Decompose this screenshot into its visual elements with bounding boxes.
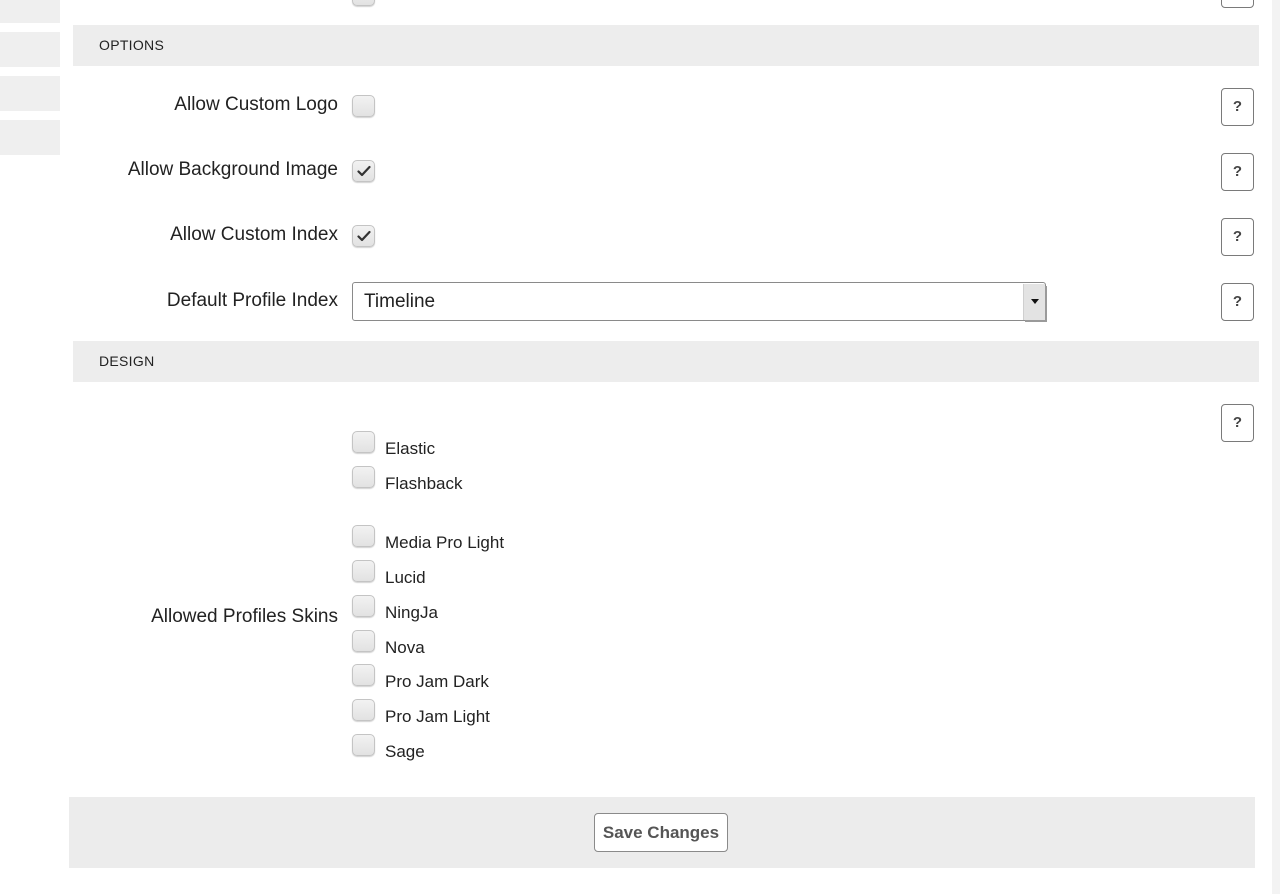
skin-label: Sage bbox=[385, 742, 425, 761]
skin-checkbox[interactable] bbox=[352, 734, 375, 756]
help-button[interactable]: ? bbox=[1221, 153, 1254, 191]
save-changes-button[interactable]: Save Changes bbox=[594, 813, 728, 852]
check-icon bbox=[357, 230, 371, 242]
partial-checkbox[interactable] bbox=[352, 0, 375, 6]
skin-checkbox[interactable] bbox=[352, 525, 375, 547]
skin-option[interactable]: NingJa bbox=[352, 595, 438, 625]
default-profile-index-select[interactable]: Timeline bbox=[352, 282, 1046, 321]
select-value: Timeline bbox=[364, 291, 436, 312]
sidebar-item[interactable] bbox=[0, 32, 60, 67]
skin-option[interactable]: Sage bbox=[352, 734, 425, 764]
section-header-options: OPTIONS bbox=[73, 25, 1259, 66]
skin-checkbox[interactable] bbox=[352, 699, 375, 721]
skin-checkbox[interactable] bbox=[352, 466, 375, 488]
scrollbar[interactable] bbox=[1272, 0, 1280, 894]
default-profile-index-label: Default Profile Index bbox=[166, 290, 338, 311]
skin-label: Flashback bbox=[385, 474, 463, 493]
sidebar-item[interactable] bbox=[0, 76, 60, 111]
help-button[interactable]: ? bbox=[1221, 88, 1254, 126]
skin-label: Media Pro Light bbox=[385, 533, 505, 552]
skin-checkbox[interactable] bbox=[352, 560, 375, 582]
skin-checkbox[interactable] bbox=[352, 664, 375, 686]
skin-option[interactable]: Nova bbox=[352, 630, 425, 660]
skin-option[interactable]: Flashback bbox=[352, 466, 462, 496]
skin-option[interactable]: Pro Jam Dark bbox=[352, 664, 489, 694]
check-icon bbox=[357, 165, 371, 177]
allow-custom-logo-label: Allow Custom Logo bbox=[174, 94, 338, 115]
skin-option[interactable]: Pro Jam Light bbox=[352, 699, 490, 729]
help-button[interactable]: ? bbox=[1221, 283, 1254, 321]
skin-label: Pro Jam Light bbox=[385, 707, 490, 726]
allowed-profiles-skins-label: Allowed Profiles Skins bbox=[151, 606, 338, 627]
section-header-design: DESIGN bbox=[73, 341, 1259, 382]
allow-background-image-checkbox[interactable] bbox=[352, 160, 375, 182]
skin-label: Nova bbox=[385, 638, 425, 657]
skin-checkbox[interactable] bbox=[352, 431, 375, 453]
help-button[interactable]: ? bbox=[1221, 404, 1254, 442]
partial-help-button[interactable] bbox=[1221, 0, 1254, 8]
skin-option[interactable]: Media Pro Light bbox=[352, 525, 504, 555]
allow-background-image-label: Allow Background Image bbox=[127, 159, 338, 180]
skin-option[interactable]: Elastic bbox=[352, 431, 435, 461]
skin-label: Lucid bbox=[385, 568, 426, 587]
help-button[interactable]: ? bbox=[1221, 218, 1254, 256]
skin-option[interactable]: Lucid bbox=[352, 560, 426, 590]
skin-label: Elastic bbox=[385, 439, 436, 458]
allow-custom-logo-checkbox[interactable] bbox=[352, 95, 375, 117]
sidebar-item[interactable] bbox=[0, 120, 60, 155]
chevron-down-icon[interactable] bbox=[1023, 284, 1045, 320]
allow-custom-index-checkbox[interactable] bbox=[352, 225, 375, 247]
allow-custom-index-label: Allow Custom Index bbox=[170, 224, 338, 245]
skin-checkbox[interactable] bbox=[352, 630, 375, 652]
sidebar-item[interactable] bbox=[0, 0, 60, 23]
skin-checkbox[interactable] bbox=[352, 595, 375, 617]
skin-label: Pro Jam Dark bbox=[385, 672, 489, 691]
skin-label: NingJa bbox=[385, 603, 438, 622]
